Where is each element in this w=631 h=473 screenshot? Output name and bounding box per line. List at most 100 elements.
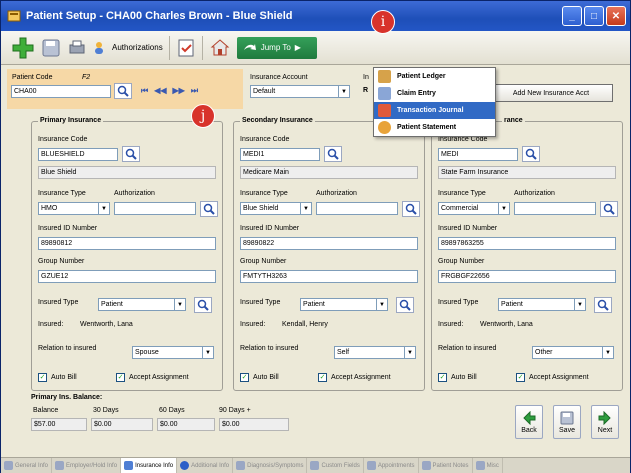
tertiary-group-input[interactable]: FRGBGF22656 [438,270,616,283]
tertiary-auto-bill-checkbox[interactable]: ✓ Auto Bill [438,373,477,382]
chevron-down-icon: ▼ [405,346,416,359]
menu-item-patient-statement[interactable]: Patient Statement [374,119,495,136]
secondary-auth-lookup[interactable] [402,201,420,217]
arrow-right-icon [598,410,611,425]
tab-appointments[interactable]: Appointments [364,458,419,473]
patient-lookup-button[interactable] [114,83,132,99]
primary-relation-select[interactable]: Spouse ▼ [132,346,214,359]
patient-code-input[interactable]: CHA00 [11,85,111,98]
authorizations-button[interactable]: Authorizations [93,35,163,61]
previous-record-icon[interactable]: ◀◀ [154,86,166,96]
primary-auth-input[interactable] [114,202,196,215]
chevron-down-icon: ▼ [339,85,350,98]
claim-icon [378,87,391,100]
minimize-button[interactable]: _ [562,6,582,26]
home-button[interactable] [209,35,231,61]
tertiary-auth-input[interactable] [514,202,596,215]
tertiary-insured-type-label: Insured Type [438,299,479,306]
primary-auto-bill-label: Auto Bill [51,374,77,381]
chevron-down-icon: ▼ [99,202,110,215]
add-button[interactable] [11,35,35,61]
primary-insured-lookup[interactable] [194,297,212,313]
secondary-accept-assignment-checkbox[interactable]: ✓ Accept Assignment [318,373,391,382]
tab-misc[interactable]: Misc [473,458,503,473]
maximize-button[interactable]: □ [584,6,604,26]
tab-insurance-info[interactable]: Insurance Info [121,458,178,473]
chevron-down-icon: ▼ [575,298,586,311]
secondary-relation-value: Self [334,346,405,359]
menu-item-claim-entry[interactable]: Claim Entry [374,85,495,102]
primary-insured-type-label: Insured Type [38,299,79,306]
checklist-button[interactable] [176,35,196,61]
primary-id-input[interactable]: 89890812 [38,237,216,250]
tab-custom-fields[interactable]: Custom Fields [307,458,364,473]
save-toolbar-button[interactable] [41,35,61,61]
secondary-auto-bill-checkbox[interactable]: ✓ Auto Bill [240,373,279,382]
tertiary-insured-lookup[interactable] [594,297,612,313]
secondary-type-label: Insurance Type [240,190,288,197]
last-record-icon[interactable]: ⏭ [191,86,198,96]
tab-general-info[interactable]: General Info [1,458,53,473]
checkmark-icon: ✓ [38,373,47,382]
tab-diagnosis-symptoms[interactable]: Diagnosis/Symptoms [233,458,308,473]
secondary-id-input[interactable]: 89890822 [240,237,418,250]
general-info-icon [4,461,13,470]
tab-label: Additional Info [191,462,230,469]
info-icon [180,461,190,470]
close-button[interactable]: ✕ [606,6,626,26]
insurance-account-select[interactable]: Default ▼ [250,85,350,98]
days60-header: 60 Days [159,407,185,414]
tab-employer-hold-info[interactable]: Employer/Hold Info [52,458,122,473]
secondary-auth-input[interactable] [316,202,398,215]
tab-label: General Info [15,462,49,469]
tertiary-relation-select[interactable]: Other ▼ [532,346,614,359]
print-button[interactable] [67,35,87,61]
secondary-group-input[interactable]: FMTYTH3263 [240,270,418,283]
save-label: Save [559,426,575,434]
primary-insured-type-select[interactable]: Patient ▼ [98,298,186,311]
primary-type-select[interactable]: HMO ▼ [38,202,110,215]
tab-patient-notes[interactable]: Patient Notes [419,458,473,473]
secondary-relation-select[interactable]: Self ▼ [334,346,416,359]
tertiary-type-select[interactable]: Commercial ▼ [438,202,510,215]
menu-item-transaction-journal[interactable]: Transaction Journal [374,102,495,119]
tertiary-insured-type-value: Patient [498,298,575,311]
secondary-type-select[interactable]: Blue Shield ▼ [240,202,312,215]
journal-icon [378,104,391,117]
first-record-icon[interactable]: ⏮ [141,86,148,96]
calendar-icon [366,461,376,470]
days60-value: $0.00 [157,418,215,431]
primary-code-input[interactable]: BLUESHIELD [38,148,118,161]
tertiary-insurance-group: rance Insurance Code MEDI State Farm Ins… [431,117,623,391]
secondary-code-input[interactable]: MEDI1 [240,148,320,161]
secondary-insured-lookup[interactable] [396,297,414,313]
next-button[interactable]: Next [591,405,619,439]
primary-auth-lookup[interactable] [200,201,218,217]
checkmark-icon: ✓ [240,373,249,382]
primary-code-lookup[interactable] [122,146,140,162]
secondary-code-lookup[interactable] [324,146,342,162]
tertiary-accept-assignment-checkbox[interactable]: ✓ Accept Assignment [516,373,589,382]
primary-group-input[interactable]: GZUE12 [38,270,216,283]
back-button[interactable]: Back [515,405,543,439]
add-insurance-account-button[interactable]: Add New Insurance Acct [489,84,613,102]
tab-label: Patient Notes [432,462,469,469]
primary-type-label: Insurance Type [38,190,86,197]
secondary-insured-type-select[interactable]: Patient ▼ [300,298,388,311]
tab-additional-info[interactable]: Additional Info [177,458,234,473]
tertiary-auth-lookup[interactable] [600,201,618,217]
jump-to-button[interactable]: Jump To ▶ [236,36,317,59]
primary-accept-assignment-checkbox[interactable]: ✓ Accept Assignment [116,373,189,382]
title-bar: Patient Setup - CHA00 Charles Brown - Bl… [1,1,630,31]
tertiary-id-input[interactable]: 89897863255 [438,237,616,250]
tertiary-code-input[interactable]: MEDI [438,148,518,161]
primary-insured-type-value: Patient [98,298,175,311]
primary-auto-bill-checkbox[interactable]: ✓ Auto Bill [38,373,77,382]
tertiary-code-lookup[interactable] [522,146,540,162]
menu-item-label: Claim Entry [397,90,436,97]
tab-label: Employer/Hold Info [66,462,118,469]
menu-item-patient-ledger[interactable]: Patient Ledger [374,68,495,85]
next-record-icon[interactable]: ▶▶ [173,86,185,96]
tertiary-insured-type-select[interactable]: Patient ▼ [498,298,586,311]
save-button[interactable]: Save [553,405,581,439]
